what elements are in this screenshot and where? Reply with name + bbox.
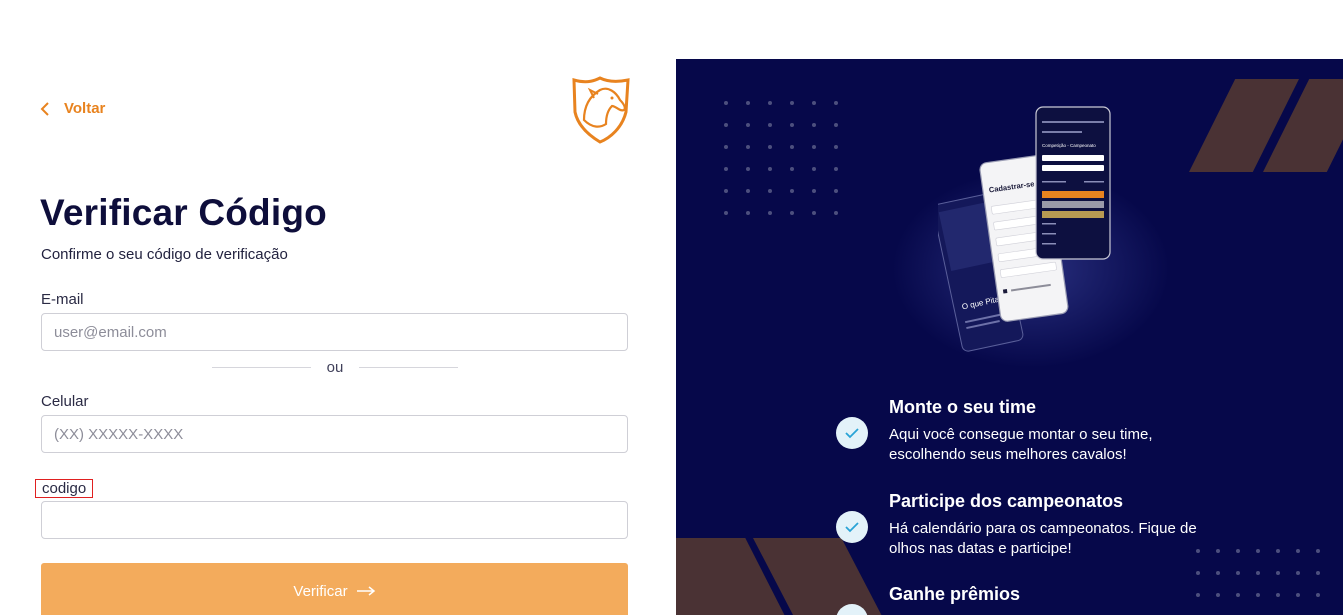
page-subtitle: Confirme o seu código de verificação bbox=[41, 246, 288, 263]
horse-shield-logo bbox=[572, 76, 630, 144]
mockup-ranking-title: Competição - Campeonato bbox=[1042, 143, 1096, 148]
feature-title: Ganhe prêmios bbox=[889, 584, 1021, 604]
app-phones-mockup: O que Pitaiero? Cadastrar-se Competição … bbox=[938, 106, 1111, 352]
arrow-right-icon bbox=[356, 586, 375, 596]
check-icon bbox=[836, 417, 868, 449]
phone-label: Celular bbox=[41, 393, 89, 410]
verify-label: Verificar bbox=[293, 582, 348, 600]
divider-line-right bbox=[359, 366, 458, 368]
feature-title: Participe dos campeonatos bbox=[889, 491, 1124, 511]
dot-grid-top bbox=[724, 101, 856, 233]
code-label: codigo bbox=[35, 479, 94, 498]
code-field[interactable] bbox=[41, 501, 628, 539]
email-label: E-mail bbox=[41, 291, 84, 308]
back-label: Voltar bbox=[64, 100, 106, 117]
verify-button[interactable]: Verificar bbox=[41, 563, 628, 615]
feature-text: Aqui você consegue montar o seu time, es… bbox=[889, 426, 1153, 463]
phone-field[interactable] bbox=[41, 415, 628, 453]
divider-line-left bbox=[212, 366, 311, 368]
back-link[interactable]: Voltar bbox=[40, 100, 105, 117]
feature-text: Há calendário para os campeonatos. Fique… bbox=[889, 520, 1197, 557]
divider: ou bbox=[212, 358, 458, 376]
promo-panel: O que Pitaiero? Cadastrar-se Competição … bbox=[676, 59, 1343, 615]
feature-title: Monte o seu time bbox=[889, 397, 1037, 417]
page-title: Verificar Código bbox=[40, 192, 327, 233]
divider-text: ou bbox=[326, 358, 344, 376]
email-field[interactable] bbox=[41, 313, 628, 351]
check-icon bbox=[836, 511, 868, 543]
chevron-left-icon bbox=[40, 101, 49, 116]
